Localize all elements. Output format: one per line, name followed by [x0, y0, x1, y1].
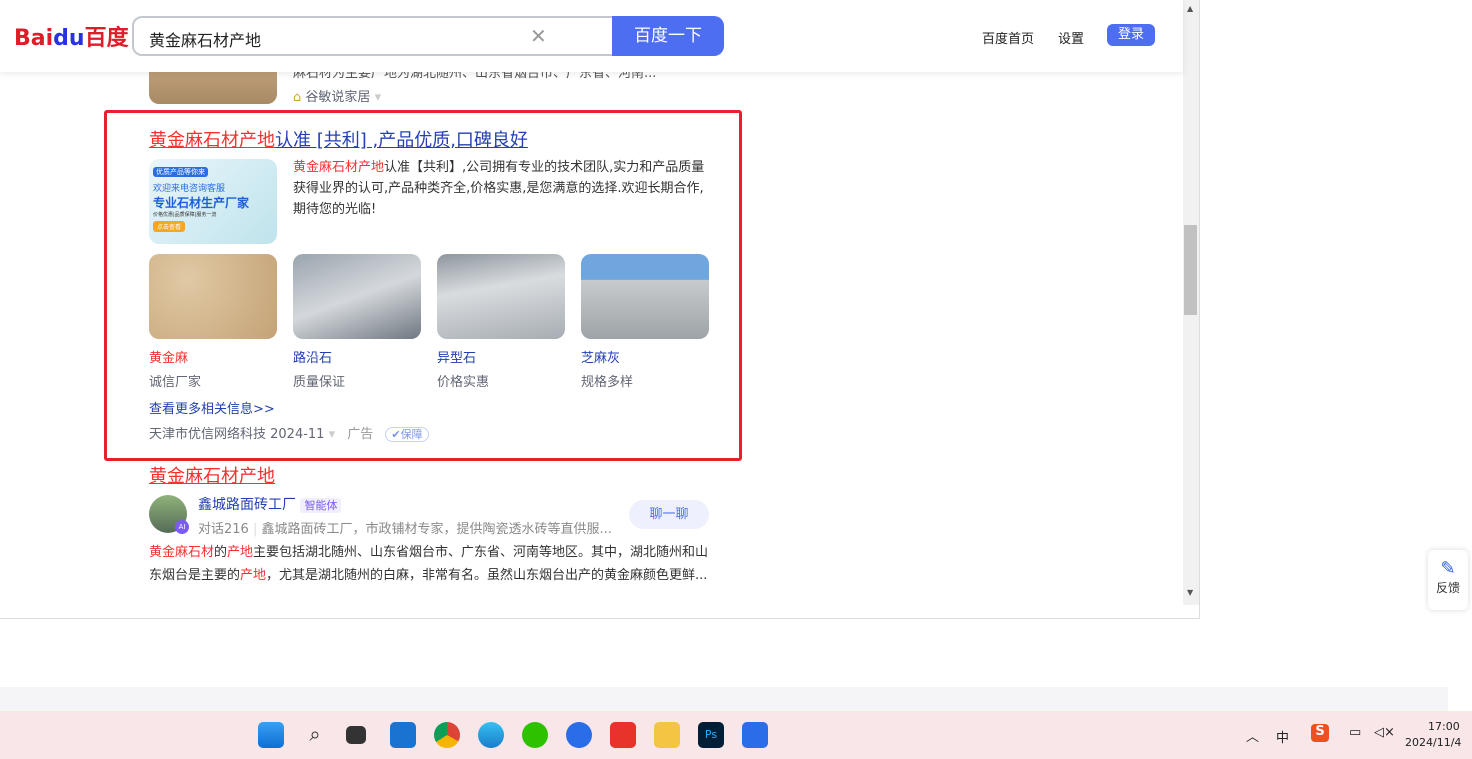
scroll-down-icon[interactable]: ▼ — [1187, 588, 1193, 597]
clock-date[interactable]: 2024/11/4 — [1405, 736, 1461, 749]
kw: 黄金麻石材 — [149, 545, 215, 560]
chat-button[interactable]: 聊一聊 — [629, 500, 709, 529]
product-image-2[interactable] — [437, 254, 565, 339]
agent-name[interactable]: 鑫城路面砖工厂 — [198, 497, 296, 513]
widgets-icon[interactable] — [390, 722, 416, 748]
search-icon[interactable]: ⌕ — [302, 722, 328, 748]
thumb-line1: 欢迎来电咨询客服 — [153, 184, 226, 194]
wechat-icon[interactable] — [522, 722, 548, 748]
logo-paw: du — [53, 26, 85, 51]
result-title-link[interactable]: 黄金麻石材产地 — [149, 466, 275, 487]
search-button[interactable]: 百度一下 — [612, 16, 724, 56]
page-footer-area — [0, 687, 1448, 711]
agent-meta: 对话216 | 鑫城路面砖工厂，市政铺材专家，提供陶瓷透水砖等直供服... — [198, 522, 612, 537]
product-image-1[interactable] — [293, 254, 421, 339]
feedback-label: 反馈 — [1435, 581, 1460, 595]
product-sub: 规格多样 — [581, 375, 634, 390]
product-name[interactable]: 黄金麻 — [149, 347, 188, 366]
ime-indicator[interactable]: 中 — [1276, 727, 1289, 746]
agent-desc: 鑫城路面砖工厂，市政铺材专家，提供陶瓷透水砖等直供服... — [261, 522, 612, 537]
windows-start-icon[interactable] — [258, 722, 284, 748]
clear-icon[interactable]: ✕ — [530, 24, 547, 48]
badge-text: 保障 — [400, 428, 423, 441]
scrollbar-thumb[interactable] — [1184, 225, 1197, 315]
thumb-button: 点击查看 — [153, 221, 186, 232]
product-image-3[interactable] — [581, 254, 709, 339]
thumb-tag: 优质产品等你来 — [153, 167, 208, 177]
result-title[interactable]: 黄金麻石材产地 — [149, 462, 275, 488]
thumb-line3: 价格优惠|品质保障|服务一流 — [153, 212, 217, 218]
feedback-button[interactable]: ✎ 反馈 — [1428, 550, 1468, 610]
title-keyword[interactable]: 黄金麻石材产地 — [149, 130, 275, 151]
clock-time[interactable]: 17:00 — [1428, 720, 1460, 733]
network-icon[interactable]: ▭ — [1349, 725, 1361, 740]
logo-text: Bai — [14, 26, 54, 51]
prev-source[interactable]: ⌂ 谷敏说家居 ▾ — [293, 86, 381, 105]
logo-cn: 百度 — [84, 26, 129, 51]
product-sub: 诚信厂家 — [149, 375, 202, 390]
title-rest[interactable]: 认准 [共利] ,产品优质,口碑良好 — [275, 130, 528, 151]
product-sub: 质量保证 — [293, 375, 346, 390]
guarantee-badge[interactable]: ✔保障 — [385, 427, 429, 442]
more-info-link[interactable]: 查看更多相关信息>> — [149, 398, 275, 417]
ad-title[interactable]: 黄金麻石材产地认准 [共利] ,产品优质,口碑良好 — [149, 126, 528, 152]
tray-expand-icon[interactable]: ︿ — [1246, 726, 1259, 745]
sogou-browser-icon[interactable] — [566, 722, 592, 748]
home-link[interactable]: 百度首页 — [982, 28, 1034, 47]
product-name[interactable]: 芝麻灰 — [581, 347, 620, 366]
login-button[interactable]: 登录 — [1107, 24, 1155, 46]
agent-name-row[interactable]: 鑫城路面砖工厂 智能体 — [198, 494, 342, 514]
taskbar: ⌕ Ps ︿ 中 S ▭ ◁× 17:00 2024/11/4 — [0, 711, 1472, 759]
product-sub: 价格实惠 — [437, 375, 490, 390]
scroll-up-icon[interactable]: ▲ — [1187, 4, 1193, 13]
ai-icon: AI — [175, 520, 189, 534]
thumb-line2: 专业石材生产厂家 — [153, 196, 250, 210]
baidu-logo[interactable]: Baidu百度 — [14, 20, 129, 52]
product-name[interactable]: 异型石 — [437, 347, 476, 366]
shield-icon: ✔ — [391, 428, 401, 441]
settings-link[interactable]: 设置 — [1058, 28, 1084, 47]
sogou-ime-icon[interactable]: S — [1311, 724, 1329, 742]
result-snippet: 黄金麻石材的产地主要包括湖北随州、山东省烟台市、广东省、河南等地区。其中，湖北随… — [149, 541, 713, 587]
kw: 产地 — [227, 545, 254, 560]
house-icon: ⌂ — [293, 90, 302, 105]
txt: ，尤其是湖北随州的白麻，非常有名。虽然山东烟台出产的黄金麻颜色更鲜... — [266, 568, 708, 583]
photoshop-icon[interactable]: Ps — [698, 722, 724, 748]
kw: 产地 — [240, 568, 267, 583]
edit-icon: ✎ — [1440, 558, 1456, 579]
app-icon[interactable] — [742, 722, 768, 748]
edge-icon[interactable] — [478, 722, 504, 748]
volume-muted-icon[interactable]: ◁× — [1374, 725, 1395, 740]
ad-source-name: 天津市优信网络科技 2024-11 — [149, 427, 325, 442]
ad-source: 天津市优信网络科技 2024-11 ▾ 广告 ✔保障 — [149, 423, 429, 442]
task-view-icon[interactable] — [346, 726, 366, 744]
ad-description: 黄金麻石材产地认准【共利】,公司拥有专业的技术团队,实力和产品质量获得业界的认可… — [293, 157, 711, 220]
txt: 的 — [214, 545, 228, 560]
file-explorer-icon[interactable] — [654, 722, 680, 748]
wps-icon[interactable] — [610, 722, 636, 748]
chrome-icon[interactable] — [434, 722, 460, 748]
ad-thumbnail[interactable]: 优质产品等你来 欢迎来电咨询客服 专业石材生产厂家 价格优惠|品质保障|服务一流… — [149, 159, 277, 244]
chevron-down-icon[interactable]: ▾ — [329, 427, 336, 442]
browser-page: Baidu百度 黄金麻石材产地 ✕ 百度一下 百度首页 设置 登录 麻石材为主要… — [0, 0, 1200, 619]
header: Baidu百度 黄金麻石材产地 ✕ 百度一下 百度首页 设置 登录 — [0, 0, 1183, 72]
agent-tag: 智能体 — [300, 498, 342, 513]
product-image-0[interactable] — [149, 254, 277, 339]
source-name: 谷敏说家居 — [305, 90, 371, 105]
desc-keyword: 黄金麻石材产地 — [293, 160, 385, 175]
chevron-down-icon[interactable]: ▾ — [375, 90, 382, 105]
product-name[interactable]: 路沿石 — [293, 347, 332, 366]
ad-label: 广告 — [347, 427, 374, 442]
chat-count: 对话216 — [198, 522, 249, 537]
